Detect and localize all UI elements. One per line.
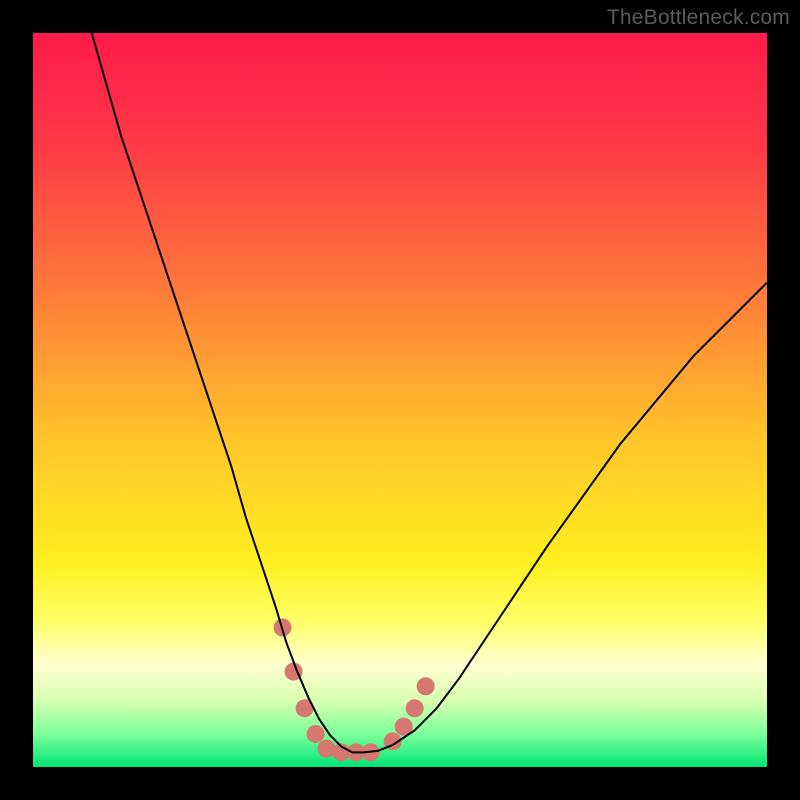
highlight-dot (406, 699, 424, 717)
plot-area (33, 33, 767, 767)
highlight-dot (307, 725, 325, 743)
watermark-text: TheBottleneck.com (607, 6, 790, 30)
curve-layer (33, 33, 767, 767)
highlight-dot (417, 677, 435, 695)
chart-stage: TheBottleneck.com (0, 0, 800, 800)
highlight-dots (274, 619, 435, 762)
bottleneck-curve (92, 33, 767, 752)
